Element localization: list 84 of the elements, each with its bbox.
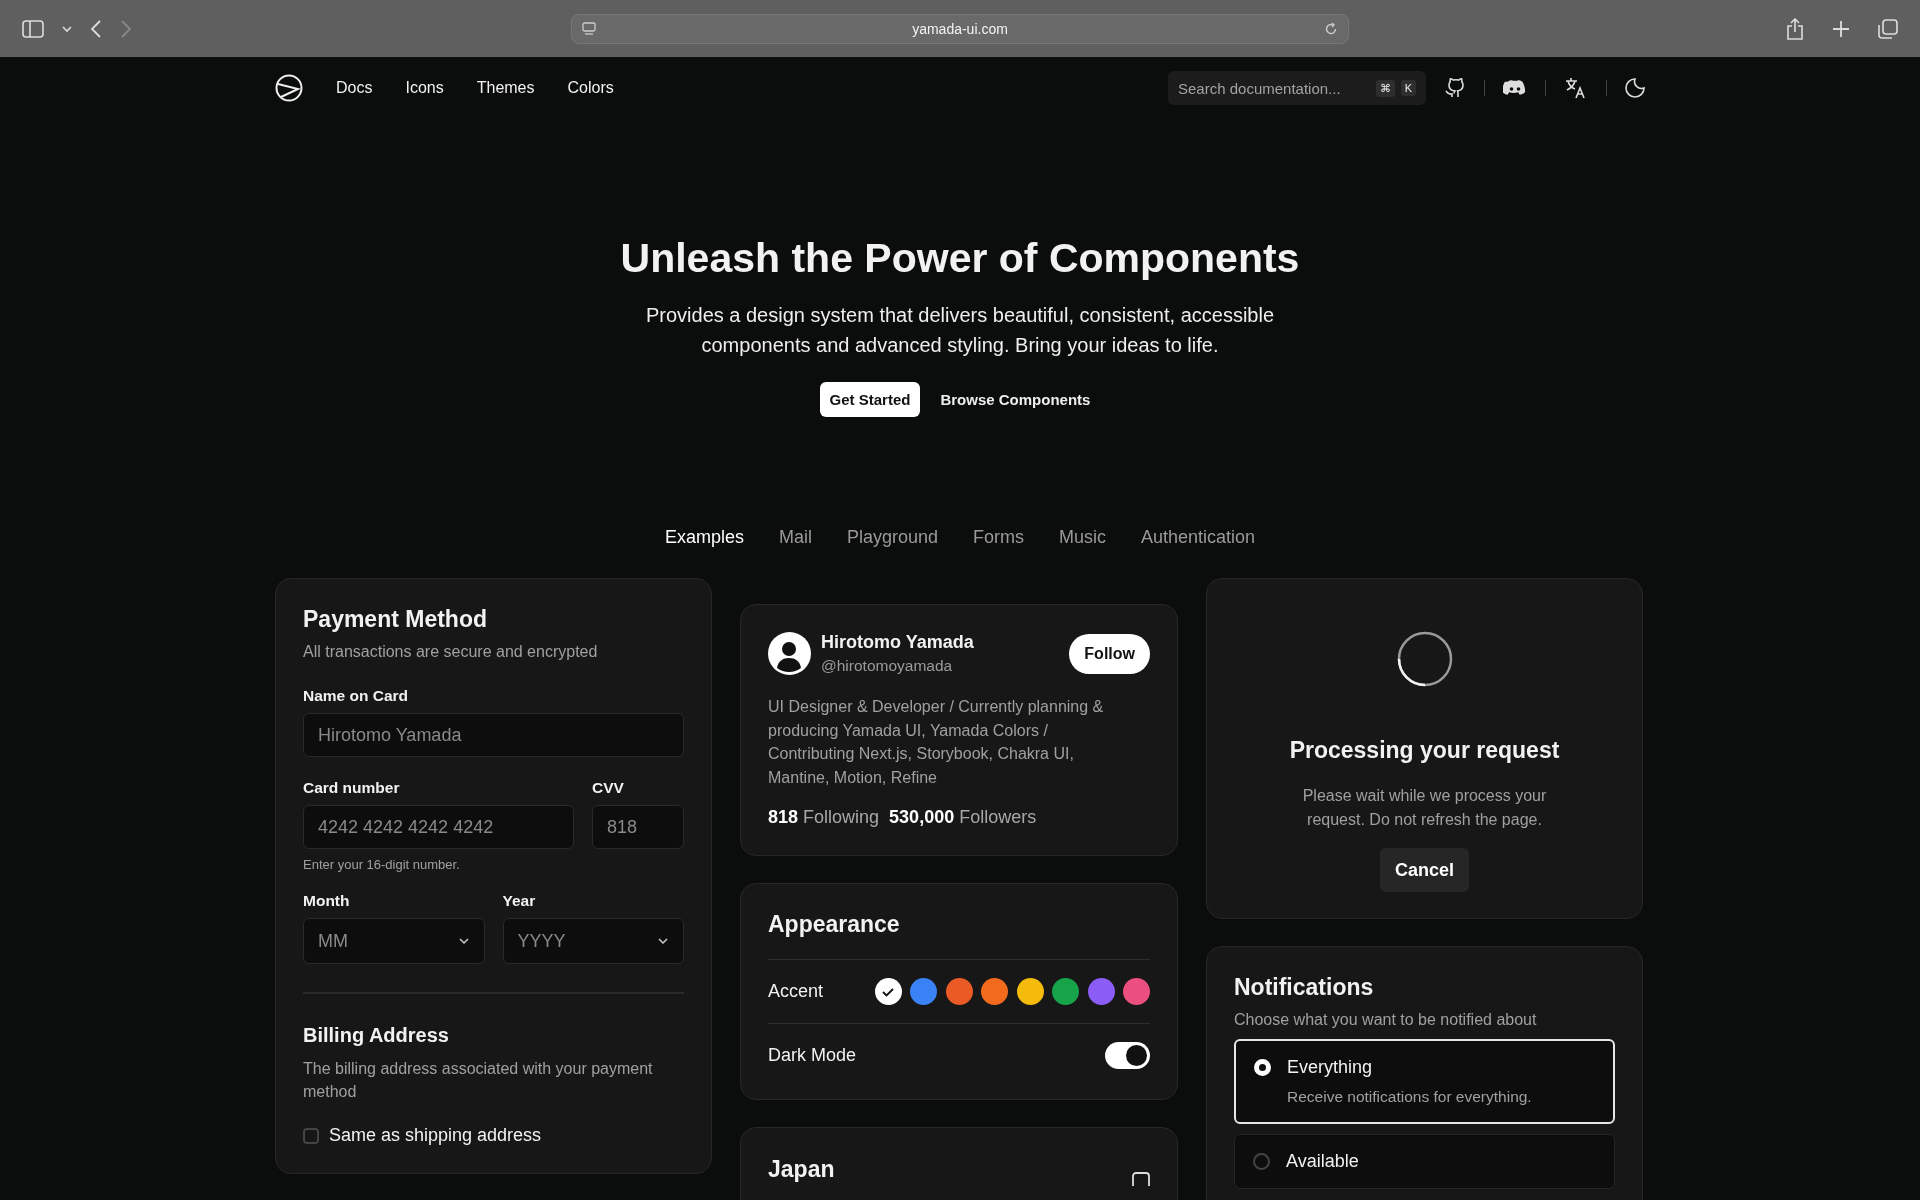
color-swatch[interactable] [945, 978, 973, 1005]
card-subtitle: Choose what you want to be notified about [1234, 1011, 1538, 1029]
option-label: Available [1286, 1151, 1359, 1172]
profile-name: Hirotomo Yamada [821, 632, 975, 653]
chevron-down-icon[interactable] [62, 24, 72, 33]
color-swatch[interactable] [981, 978, 1008, 1005]
spinner-icon [1396, 631, 1453, 687]
cvv-input[interactable]: 818 [592, 805, 684, 849]
card-message: Please wait while we process your request. Do not refresh the page. [1301, 786, 1548, 830]
card-number-input[interactable]: 4242 4242 4242 4242 [303, 805, 574, 849]
reload-icon[interactable] [1324, 21, 1338, 36]
color-swatch[interactable] [874, 978, 902, 1005]
field-label: Name on Card [303, 687, 410, 705]
section-subtitle: The billing address associated with your payment method [303, 1059, 654, 1102]
follow-button[interactable]: Follow [1069, 633, 1150, 674]
tab[interactable]: Music [1059, 527, 1106, 548]
year-select[interactable]: YYYY [502, 918, 684, 964]
chevron-down-icon [657, 937, 669, 945]
hero-title: Unleash the Power of Components [619, 235, 1301, 282]
keyboard-key: K [1400, 80, 1416, 96]
checkbox[interactable] [303, 1127, 319, 1144]
discord-icon[interactable] [1503, 79, 1527, 97]
field-label: Year [502, 892, 537, 910]
field-label: CVV [592, 779, 625, 797]
radio-option[interactable]: Available [1234, 1134, 1615, 1189]
helper-text: Enter your 16-digit number. [303, 857, 461, 872]
section-title: Billing Address [303, 1024, 450, 1047]
sidebar-icon[interactable] [22, 19, 44, 38]
setting-label: Dark Mode [768, 1045, 857, 1066]
card-title: Processing your request [1289, 737, 1560, 764]
page-icon [582, 21, 596, 36]
address-bar[interactable]: yamada-ui.com [571, 13, 1349, 44]
translate-icon[interactable] [1564, 76, 1588, 100]
nav-link[interactable]: Colors [567, 79, 614, 97]
followers-count: 530,000 Followers [889, 807, 1037, 828]
setting-label: Accent [768, 981, 824, 1002]
card-title: Payment Method [303, 606, 489, 633]
back-icon[interactable] [90, 19, 102, 38]
keyboard-key: ⌘ [1375, 79, 1395, 97]
option-description: Receive notifications for everything. [1287, 1088, 1532, 1106]
color-swatch[interactable] [1123, 978, 1150, 1005]
moon-icon[interactable] [1625, 78, 1645, 98]
tab[interactable]: Authentication [1141, 527, 1256, 548]
color-swatch[interactable] [1016, 978, 1044, 1005]
radio-option[interactable]: Everything Receive notifications for everything. [1234, 1039, 1615, 1124]
hero-subtitle: Provides a design system that delivers beautiful, consistent, accessible components and advanced styling. Bring your ideas to life. [644, 303, 1276, 358]
nav-link[interactable]: Themes [476, 79, 535, 97]
field-label: Card number [303, 779, 401, 797]
card-title: Notifications [1234, 974, 1375, 1001]
logo-icon[interactable] [275, 74, 303, 102]
color-swatch[interactable] [1052, 978, 1079, 1005]
color-swatch[interactable] [910, 978, 937, 1005]
nav-link[interactable]: Docs [336, 79, 373, 97]
plus-icon[interactable] [1832, 19, 1850, 38]
chevron-down-icon [457, 937, 470, 945]
share-icon[interactable] [1786, 17, 1804, 40]
avatar-icon [768, 632, 811, 675]
profile-handle: @hirotomoyamada [821, 657, 954, 675]
link-button[interactable]: Browse Components [930, 382, 1101, 417]
tab[interactable]: Forms [973, 527, 1024, 548]
profile-bio: UI Designer & Developer / Currently planning & producing Yamada UI, Yamada Colors / Contributing Next.js, Storybook, Chakra UI, Mantine, Motion, Refine [768, 697, 1105, 788]
github-icon[interactable] [1444, 77, 1466, 99]
checkbox-label: Same as shipping address [329, 1125, 542, 1146]
primary-button[interactable]: Get Started [819, 382, 921, 417]
tabs-icon[interactable] [1878, 18, 1898, 39]
option-label: Everything [1287, 1057, 1374, 1078]
following-count: 818 Following [768, 807, 880, 828]
card-title: Appearance [768, 911, 1150, 960]
month-select[interactable]: MM [303, 918, 485, 964]
color-swatch[interactable] [1087, 978, 1115, 1005]
field-label: Month [303, 892, 351, 910]
radio-button[interactable] [1253, 1153, 1270, 1170]
card-title: Japan [768, 1156, 835, 1183]
tab[interactable]: Playground [846, 527, 938, 548]
search-placeholder: Search documentation... [1178, 79, 1342, 97]
toggle-switch[interactable] [1105, 1042, 1150, 1069]
card-subtitle: All transactions are secure and encrypted [303, 643, 599, 661]
name-input[interactable]: Hirotomo Yamada [303, 713, 684, 757]
nav-link[interactable]: Icons [405, 79, 444, 97]
url-text: yamada-ui.com [912, 20, 1008, 37]
search-field[interactable]: Search documentation... ⌘ K [1168, 71, 1426, 105]
tab[interactable]: Examples [664, 527, 744, 548]
cancel-button[interactable]: Cancel [1380, 848, 1469, 892]
tab[interactable]: Mail [778, 527, 812, 548]
